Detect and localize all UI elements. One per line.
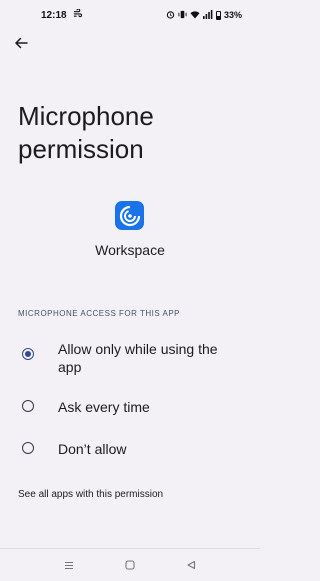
option-dont-allow[interactable]: Don’t allow xyxy=(0,439,260,457)
nav-back-button[interactable] xyxy=(176,549,206,581)
arrow-back-icon xyxy=(15,37,28,49)
status-time: 12:18 xyxy=(41,9,67,21)
alarm-icon xyxy=(166,10,175,21)
battery-icon xyxy=(215,10,221,20)
recents-button[interactable] xyxy=(54,549,84,581)
option-ask-every-time[interactable]: Ask every time xyxy=(0,397,260,415)
vibrate-icon xyxy=(178,10,187,21)
signal-icon xyxy=(202,9,213,21)
wind-icon xyxy=(73,8,82,21)
navigation-bar xyxy=(0,548,260,581)
option-label: Don’t allow xyxy=(58,441,127,457)
back-triangle-icon xyxy=(187,560,196,570)
option-label: Ask every time xyxy=(58,399,150,415)
home-icon xyxy=(125,560,135,570)
status-right: 33% xyxy=(166,9,242,21)
page-title: Microphone permission xyxy=(18,101,154,164)
workspace-app-icon xyxy=(115,201,144,230)
status-bar: 12:18 33% xyxy=(0,0,260,30)
app-name: Workspace xyxy=(95,242,165,258)
home-button[interactable] xyxy=(115,549,145,581)
wifi-icon xyxy=(190,10,200,21)
back-button[interactable] xyxy=(10,32,32,54)
see-all-apps-link[interactable]: See all apps with this permission xyxy=(18,489,163,500)
section-header: MICROPHONE ACCESS FOR THIS APP xyxy=(18,309,180,318)
radio-button-selected[interactable] xyxy=(22,348,34,360)
battery-percent: 33% xyxy=(223,10,242,20)
radio-button[interactable] xyxy=(22,400,34,412)
status-left: 12:18 xyxy=(41,8,82,21)
option-allow-while-using[interactable]: Allow only while using the app xyxy=(0,340,260,375)
recents-icon xyxy=(65,561,73,569)
radio-button[interactable] xyxy=(22,442,34,454)
option-label: Allow only while using the app xyxy=(58,341,218,375)
